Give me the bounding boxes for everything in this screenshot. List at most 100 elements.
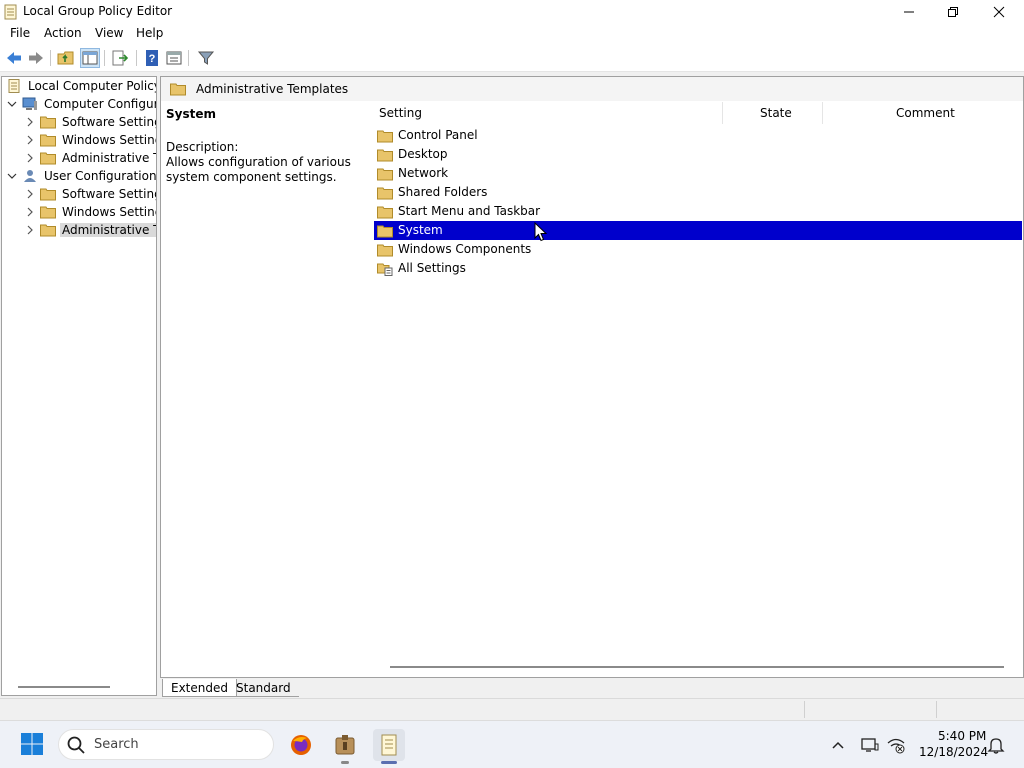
tree-item-local-computer-policy[interactable]: Local Computer Policy bbox=[6, 77, 157, 95]
restore-icon bbox=[948, 7, 958, 17]
list-item-label: Shared Folders bbox=[398, 185, 488, 199]
search-placeholder[interactable]: Search bbox=[94, 737, 139, 752]
list-item-label: Start Menu and Taskbar bbox=[398, 204, 541, 218]
clock-date[interactable]: 12/18/2024 bbox=[919, 745, 988, 759]
tree-item-label: Windows Setting bbox=[62, 133, 157, 147]
filter-button[interactable] bbox=[196, 48, 216, 68]
export-list-icon bbox=[112, 50, 129, 66]
folder-up-icon bbox=[57, 51, 74, 65]
column-separator[interactable] bbox=[722, 102, 723, 124]
description-text: Allows configuration of various system c… bbox=[166, 155, 351, 184]
tree-item-label: Windows Setting bbox=[62, 205, 157, 219]
folder-icon bbox=[40, 223, 56, 237]
toolbar-separator bbox=[188, 50, 189, 66]
tab-extended[interactable]: Extended bbox=[162, 679, 237, 697]
folder-icon bbox=[170, 82, 186, 96]
folder-icon bbox=[40, 133, 56, 147]
start-button[interactable] bbox=[20, 732, 44, 756]
list-item-control-panel[interactable]: Control Panel bbox=[374, 126, 1022, 145]
toolbar-separator bbox=[104, 50, 105, 66]
list-item-label: Network bbox=[398, 166, 449, 180]
tree-item-uc-windows-settings[interactable]: Windows Setting bbox=[24, 203, 157, 221]
tree-item-user-configuration[interactable]: User Configuration bbox=[6, 167, 156, 185]
description-label: Description: bbox=[166, 140, 239, 154]
taskbar-search-box[interactable] bbox=[58, 729, 274, 760]
chevron-right-icon[interactable] bbox=[24, 134, 36, 146]
user-icon bbox=[22, 169, 38, 183]
column-header-setting[interactable]: Setting bbox=[379, 106, 422, 124]
forward-button[interactable] bbox=[26, 48, 46, 68]
tree-item-label: Local Computer Policy bbox=[28, 79, 157, 93]
clock-time[interactable]: 5:40 PM bbox=[938, 729, 986, 743]
tree-item-computer-configuration[interactable]: Computer Configura bbox=[6, 95, 157, 113]
mouse-cursor-icon bbox=[534, 221, 548, 242]
chevron-down-icon[interactable] bbox=[6, 98, 18, 110]
folder-icon bbox=[40, 151, 56, 165]
console-tree: Local Computer Policy Computer Configura… bbox=[1, 76, 157, 696]
list-item-system[interactable]: System bbox=[374, 221, 1022, 240]
folder-icon bbox=[40, 187, 56, 201]
export-list-button[interactable] bbox=[110, 48, 130, 68]
list-item-label: Desktop bbox=[398, 147, 448, 161]
menu-help[interactable]: Help bbox=[136, 26, 163, 40]
chevron-right-icon[interactable] bbox=[24, 224, 36, 236]
chevron-down-icon[interactable] bbox=[6, 170, 18, 182]
folder-icon bbox=[377, 167, 393, 181]
up-one-level-button[interactable] bbox=[56, 48, 76, 68]
display-icon[interactable] bbox=[860, 735, 880, 755]
tree-item-label: Administrative Te bbox=[62, 151, 157, 165]
chevron-right-icon[interactable] bbox=[24, 206, 36, 218]
close-icon bbox=[993, 6, 1005, 18]
filter-icon bbox=[197, 51, 215, 65]
tab-standard[interactable]: Standard bbox=[228, 679, 299, 697]
network-disconnected-icon[interactable] bbox=[886, 735, 906, 755]
minimize-button[interactable] bbox=[886, 0, 932, 24]
list-item-shared-folders[interactable]: Shared Folders bbox=[374, 183, 1022, 202]
chevron-right-icon[interactable] bbox=[24, 116, 36, 128]
notification-bell-icon[interactable] bbox=[986, 735, 1006, 755]
chevron-right-icon[interactable] bbox=[24, 152, 36, 164]
menu-file[interactable]: File bbox=[10, 26, 30, 40]
tree-item-label: Software Settings bbox=[62, 115, 156, 129]
column-header-state[interactable]: State bbox=[760, 106, 792, 124]
properties-icon bbox=[166, 51, 182, 65]
properties-button[interactable] bbox=[164, 48, 184, 68]
menu-action[interactable]: Action bbox=[44, 26, 82, 40]
tree-item-cc-software-settings[interactable]: Software Settings bbox=[24, 113, 156, 131]
list-item-network[interactable]: Network bbox=[374, 164, 1022, 183]
chevron-right-icon[interactable] bbox=[24, 188, 36, 200]
tree-item-uc-administrative-templates[interactable]: Administrative Te bbox=[24, 221, 156, 239]
menu-view[interactable]: View bbox=[95, 26, 123, 40]
window-title: Local Group Policy Editor bbox=[23, 4, 173, 18]
taskbar-package-app[interactable] bbox=[329, 729, 361, 761]
help-icon: ? bbox=[146, 50, 158, 66]
details-horizontal-scrollbar[interactable] bbox=[390, 666, 1004, 668]
console-tree-icon bbox=[82, 51, 98, 65]
folder-icon bbox=[40, 115, 56, 129]
list-item-windows-components[interactable]: Windows Components bbox=[374, 240, 1022, 259]
list-item-label: Control Panel bbox=[398, 128, 478, 142]
forward-arrow-icon bbox=[29, 52, 43, 64]
tree-horizontal-scrollbar[interactable] bbox=[18, 686, 110, 688]
list-item-label: Windows Components bbox=[398, 242, 532, 256]
folder-icon bbox=[377, 186, 393, 200]
column-separator[interactable] bbox=[822, 102, 823, 124]
list-item-start-menu-and-taskbar[interactable]: Start Menu and Taskbar bbox=[374, 202, 1022, 221]
search-icon bbox=[66, 735, 86, 755]
tree-item-uc-software-settings[interactable]: Software Settings bbox=[24, 185, 156, 203]
taskbar-group-policy-editor[interactable] bbox=[373, 729, 405, 761]
show-hidden-icons-chevron-up-icon[interactable] bbox=[828, 735, 848, 755]
show-hide-console-tree-button[interactable] bbox=[80, 48, 100, 68]
help-button[interactable]: ? bbox=[142, 48, 162, 68]
close-button[interactable] bbox=[976, 0, 1022, 24]
tree-item-label: Computer Configura bbox=[44, 97, 157, 111]
tree-item-cc-windows-settings[interactable]: Windows Setting bbox=[24, 131, 157, 149]
all-settings-icon bbox=[377, 262, 393, 276]
tree-item-cc-administrative-templates[interactable]: Administrative Te bbox=[24, 149, 157, 167]
list-item-desktop[interactable]: Desktop bbox=[374, 145, 1022, 164]
list-item-all-settings[interactable]: All Settings bbox=[374, 259, 1022, 278]
back-button[interactable] bbox=[4, 48, 24, 68]
restore-button[interactable] bbox=[930, 0, 976, 24]
taskbar-firefox[interactable] bbox=[285, 729, 317, 761]
column-header-comment[interactable]: Comment bbox=[896, 106, 955, 124]
